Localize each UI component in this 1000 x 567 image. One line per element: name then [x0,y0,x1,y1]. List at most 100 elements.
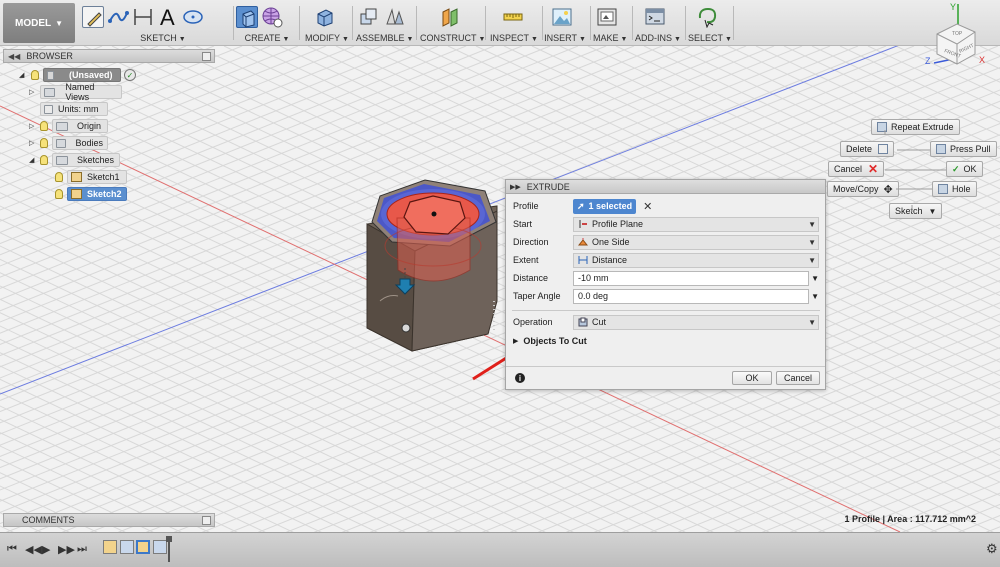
press-pull-icon[interactable] [313,6,335,28]
dimension-icon[interactable] [132,6,154,28]
new-component-icon[interactable] [358,6,380,28]
distance-input[interactable]: -10 mm [573,270,809,286]
timeline-settings-gear-icon[interactable]: ⚙ [986,541,998,557]
clear-selection-icon[interactable]: ✕ [643,200,652,213]
tree-item-label: Origin [77,121,102,131]
form-sphere-icon[interactable] [261,6,283,28]
collapse-triangle-icon[interactable]: ◢ [19,71,24,79]
visibility-bulb-icon[interactable] [40,138,48,148]
select-lasso-icon[interactable] [696,6,718,29]
move-copy-button[interactable]: Move/Copy ✥ [827,181,899,197]
tree-row-sketches[interactable]: ◢ Sketches [29,153,120,167]
direction-select[interactable]: One Side ▼ [573,234,819,250]
play-icon[interactable]: ▶ [42,543,50,556]
info-icon[interactable]: i [515,373,525,383]
expand-triangle-icon[interactable]: ▷ [29,139,34,147]
visibility-bulb-icon[interactable] [40,121,48,131]
tree-row-sketch2[interactable]: Sketch2 [55,187,127,201]
collapse-dialog-icon[interactable]: ▶▶ [510,183,521,191]
toolbar-group-add-ins[interactable]: ADD-INS ▼ [634,4,682,44]
workspace-switcher-button[interactable]: MODEL ▼ [3,3,75,43]
hole-button[interactable]: Hole [932,181,977,197]
taper-dropdown-icon[interactable]: ▼ [811,292,819,301]
collapse-triangle-icon[interactable]: ◢ [29,156,34,164]
distance-dropdown-icon[interactable]: ▼ [811,274,819,283]
toolbar-group-select[interactable]: SELECT ▼ [688,4,732,44]
x-axis-label: X [979,55,985,65]
tree-row-units[interactable]: Units: mm [40,102,108,116]
toolbar-group-make[interactable]: MAKE ▼ [593,4,627,44]
start-select[interactable]: Profile Plane ▼ [573,216,819,232]
toolbar-group-sketch[interactable]: A SKETCH ▼ [82,4,208,44]
extrude-ok-button[interactable]: OK [732,371,772,385]
spline-icon[interactable] [107,6,129,28]
tree-item-label: (Unsaved) [69,70,113,80]
pin-panel-icon[interactable] [202,51,211,61]
offset-plane-icon[interactable] [439,6,461,28]
extrude-dialog: ▶▶ EXTRUDE Profile ➚ 1 selected ✕ Start … [505,179,826,390]
create-sketch-icon[interactable] [82,6,104,28]
step-forward-icon[interactable]: ▶▶ [58,543,75,556]
ok-label: OK [745,373,759,383]
extent-select[interactable]: Distance ▼ [573,252,819,268]
timeline-marker-icon[interactable] [166,536,172,562]
sketch-dropdown-button[interactable]: Sketch ▼ [889,203,943,219]
toolbar-group-inspect[interactable]: INSPECT ▼ [489,4,539,44]
tree-row-root[interactable]: ◢ (Unsaved) ✓ [19,68,136,82]
tree-row-bodies[interactable]: ▷ Bodies [29,136,108,150]
active-check-icon[interactable]: ✓ [124,69,136,81]
visibility-bulb-icon[interactable] [40,155,48,165]
tree-row-named-views[interactable]: ▷ Named Views [29,82,122,102]
extrude-icon[interactable] [236,6,258,28]
go-to-end-icon[interactable]: ⏭ [77,543,87,556]
measure-icon[interactable] [502,6,524,28]
collapse-panel-icon[interactable]: ◀◀ [8,52,20,61]
expand-comments-icon[interactable] [202,515,211,525]
expand-triangle-icon[interactable]: ▷ [29,122,34,130]
ellipse-icon[interactable] [182,6,204,28]
3d-canvas[interactable] [0,46,1000,532]
visibility-bulb-icon[interactable] [55,172,63,182]
timeline-sketch1-icon[interactable] [103,540,117,554]
press-pull-button[interactable]: Press Pull [930,141,997,157]
expand-triangle-icon[interactable]: ▶ [513,337,518,345]
cancel-button[interactable]: Cancel ✕ [828,161,885,177]
timeline-sketch2-icon[interactable] [136,540,150,554]
text-icon[interactable]: A [157,5,179,30]
view-cube-top[interactable]: TOP [952,31,963,37]
timeline-extrude-icon[interactable] [120,540,134,554]
profile-select-button[interactable]: ➚ 1 selected [573,198,637,214]
extrude-cancel-button[interactable]: Cancel [776,371,820,385]
objects-to-cut-row[interactable]: ▶ Objects To Cut [513,333,819,349]
extrude-dialog-header[interactable]: ▶▶ EXTRUDE [506,180,825,194]
browser-header[interactable]: ◀◀ BROWSER [3,49,215,63]
go-to-start-icon[interactable]: ⏮ [7,543,17,556]
timeline-extrude2-icon[interactable] [153,540,167,554]
insert-image-icon[interactable] [551,6,573,28]
toolbar-group-insert[interactable]: INSERT ▼ [544,4,586,44]
view-cube[interactable]: FRONT RIGHT TOP Y Z X [920,0,1000,80]
operation-select[interactable]: Cut ▼ [573,314,819,330]
tree-row-sketch1[interactable]: Sketch1 [55,170,127,184]
ok-button[interactable]: ✓ OK [946,161,983,177]
3d-print-icon[interactable] [596,6,618,28]
repeat-extrude-button[interactable]: Repeat Extrude [871,119,960,135]
step-back-icon[interactable]: ◀◀ [25,543,42,556]
caret-down-icon: ▼ [674,36,681,43]
toolbar-group-modify[interactable]: MODIFY ▼ [303,4,351,44]
units-document-icon [44,104,53,114]
toolbar-group-assemble[interactable]: ASSEMBLE ▼ [356,4,413,44]
toolbar-group-create[interactable]: CREATE ▼ [236,4,290,44]
visibility-bulb-icon[interactable] [55,189,63,199]
caret-down-icon: ▼ [55,18,64,28]
taper-angle-input[interactable]: 0.0 deg [573,288,809,304]
visibility-bulb-icon[interactable] [31,70,39,80]
scripts-icon[interactable] [644,6,666,28]
tree-row-origin[interactable]: ▷ Origin [29,119,108,133]
toolbar-group-construct[interactable]: CONSTRUCT ▼ [420,4,485,44]
delete-button[interactable]: Delete [840,141,895,157]
comments-header[interactable]: COMMENTS [3,513,215,527]
expand-triangle-icon[interactable]: ▷ [29,88,34,96]
joint-icon[interactable] [383,6,405,28]
repeat-extrude-icon [877,122,887,132]
